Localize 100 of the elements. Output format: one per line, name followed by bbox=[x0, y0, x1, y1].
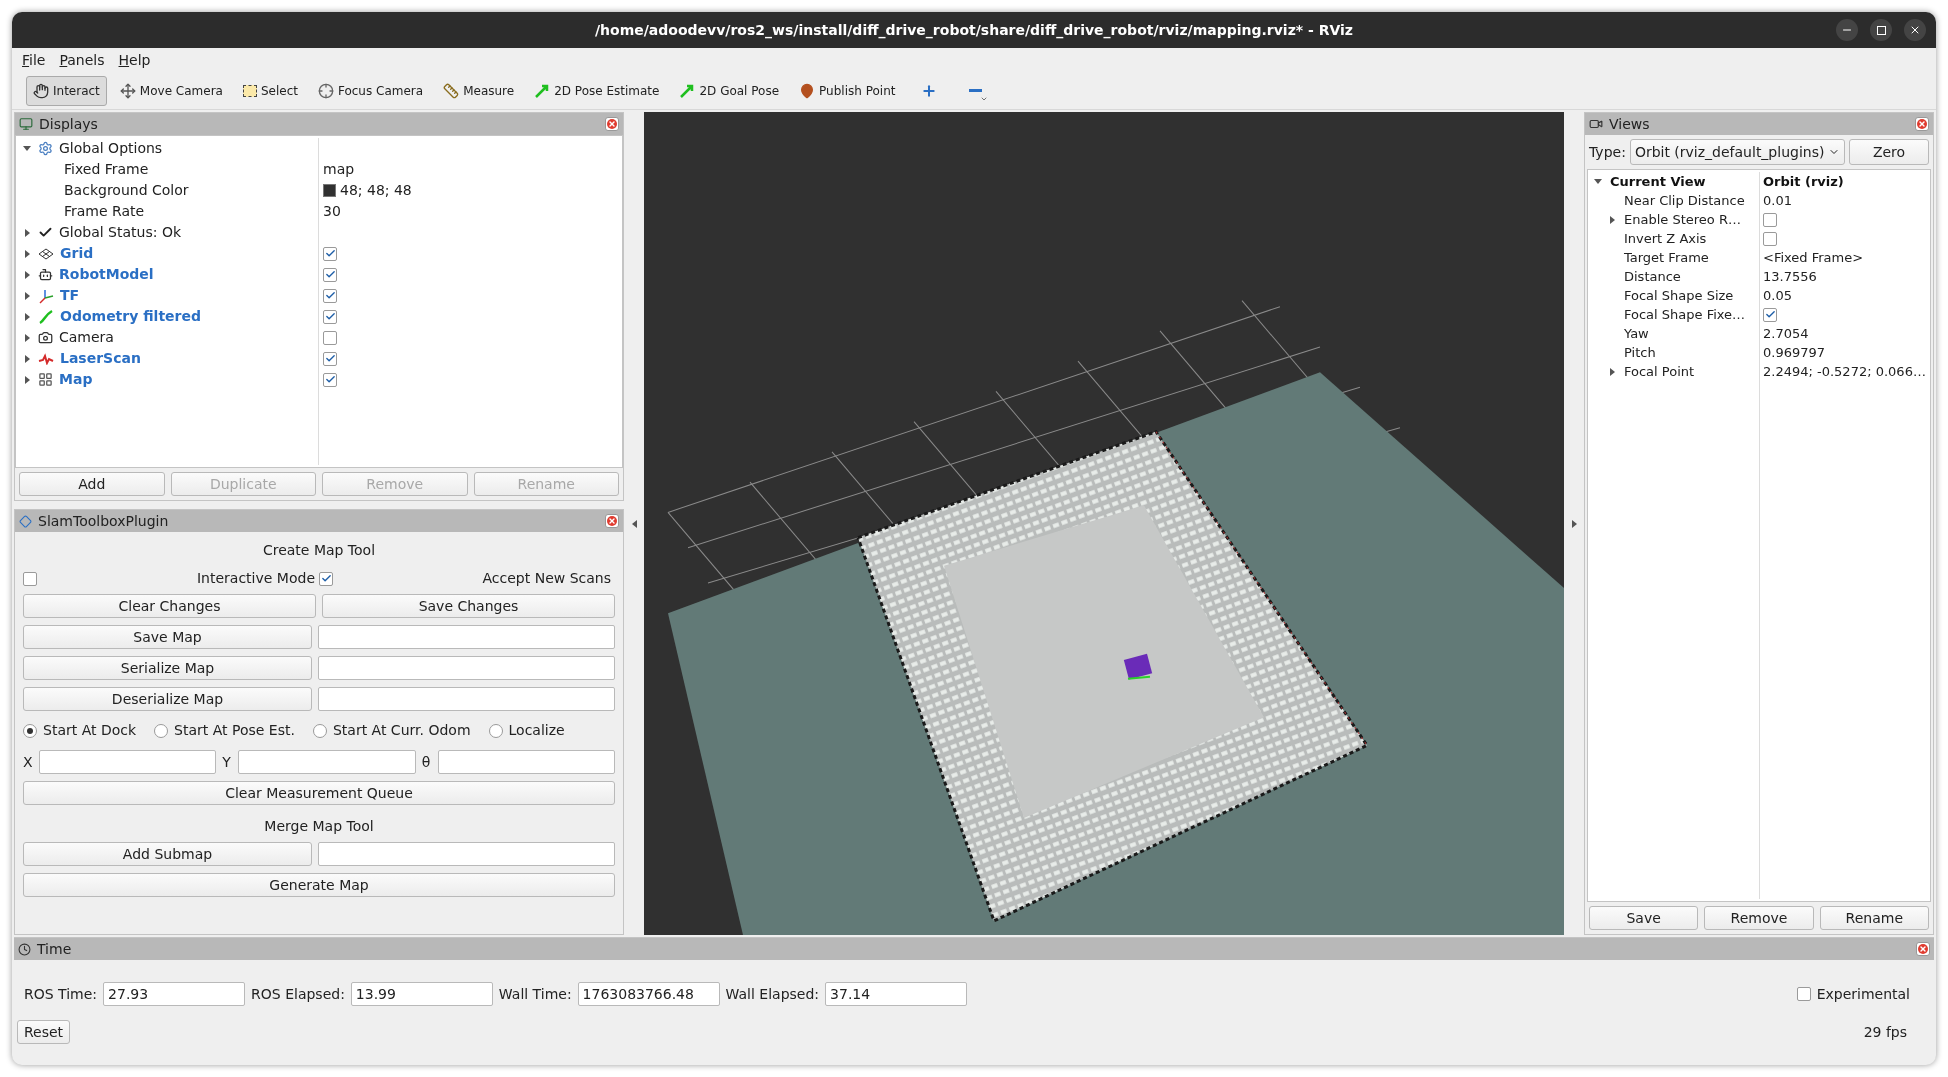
coordinate-field[interactable] bbox=[39, 750, 217, 774]
expand-arrow-icon[interactable] bbox=[24, 333, 30, 342]
expand-arrow-icon[interactable] bbox=[24, 249, 30, 258]
property-name[interactable]: Near Clip Distance bbox=[1624, 190, 1745, 211]
checkbox-label[interactable]: Interactive Mode bbox=[37, 568, 315, 589]
tool-button[interactable]: Focus Camera bbox=[310, 75, 431, 106]
push-button[interactable]: Zero bbox=[1849, 139, 1929, 165]
tree-item-label[interactable]: Current View bbox=[1610, 171, 1706, 192]
push-button[interactable]: Save bbox=[1589, 906, 1699, 930]
push-button[interactable]: Rename bbox=[1819, 906, 1929, 930]
checkbox[interactable] bbox=[319, 571, 333, 586]
property-name[interactable]: Pitch bbox=[1624, 342, 1656, 363]
property-name[interactable]: Distance bbox=[1624, 266, 1681, 287]
radio-button[interactable] bbox=[488, 723, 503, 738]
coordinate-field[interactable] bbox=[437, 750, 615, 774]
checkbox[interactable] bbox=[323, 372, 337, 387]
property-name[interactable]: Focal Shape Size bbox=[1624, 285, 1734, 306]
property-name[interactable]: Invert Z Axis bbox=[1624, 228, 1707, 249]
checkbox-label[interactable]: Experimental bbox=[1816, 983, 1910, 1005]
time-field[interactable]: 1763083766.48 bbox=[577, 982, 720, 1006]
expand-arrow-icon[interactable] bbox=[24, 228, 30, 237]
collapse-arrow-icon[interactable] bbox=[1594, 179, 1602, 184]
push-button[interactable]: Remove bbox=[1704, 906, 1814, 930]
file-name-field[interactable] bbox=[318, 656, 615, 680]
property-name[interactable]: Enable Stereo R… bbox=[1624, 209, 1741, 230]
tool-button[interactable]: Select bbox=[235, 75, 305, 106]
minimize-icon[interactable] bbox=[1836, 19, 1858, 41]
expand-arrow-icon[interactable] bbox=[1610, 215, 1615, 224]
push-button[interactable]: Save Changes bbox=[322, 594, 615, 618]
coordinate-field[interactable] bbox=[238, 750, 416, 774]
tree-item-label[interactable]: Fixed Frame bbox=[64, 159, 149, 180]
expand-arrow-icon[interactable] bbox=[24, 375, 30, 384]
file-name-field[interactable] bbox=[318, 625, 615, 649]
collapse-left-icon[interactable] bbox=[631, 519, 637, 528]
checkbox[interactable] bbox=[323, 288, 337, 303]
checkbox[interactable] bbox=[1763, 307, 1777, 322]
checkbox[interactable] bbox=[23, 571, 37, 586]
tree-item-label[interactable]: Global Status: Ok bbox=[59, 222, 181, 243]
submap-field[interactable] bbox=[318, 842, 615, 866]
close-icon[interactable] bbox=[1904, 19, 1926, 41]
checkbox[interactable] bbox=[323, 330, 337, 345]
file-name-field[interactable] bbox=[318, 687, 615, 711]
tool-button[interactable]: 2D Goal Pose bbox=[672, 75, 787, 106]
menu-item[interactable]: Panels bbox=[59, 49, 105, 71]
checkbox[interactable] bbox=[323, 246, 337, 261]
tree-item-label[interactable]: Global Options bbox=[59, 138, 163, 159]
checkbox[interactable] bbox=[323, 351, 337, 366]
tree-item-label[interactable]: Background Color bbox=[64, 180, 189, 201]
radio-button[interactable] bbox=[23, 723, 37, 738]
collapse-arrow-icon[interactable] bbox=[23, 146, 31, 151]
push-button[interactable]: Clear Changes bbox=[23, 594, 316, 618]
checkbox[interactable] bbox=[323, 267, 337, 282]
tool-button[interactable]: Interact bbox=[26, 75, 107, 106]
3d-viewport[interactable] bbox=[644, 112, 1564, 935]
push-button[interactable]: Add bbox=[19, 472, 165, 496]
push-button[interactable]: Clear Measurement Queue bbox=[23, 781, 615, 805]
tool-button[interactable]: Measure bbox=[436, 75, 522, 106]
time-field[interactable]: 13.99 bbox=[350, 982, 493, 1006]
push-button[interactable]: Deserialize Map bbox=[23, 687, 312, 711]
tool-button[interactable]: 2D Pose Estimate bbox=[527, 75, 667, 106]
checkbox[interactable] bbox=[1796, 987, 1811, 1001]
radio-button[interactable] bbox=[154, 723, 169, 738]
push-button[interactable]: Generate Map bbox=[23, 873, 615, 897]
menu-item[interactable]: File bbox=[22, 49, 46, 71]
maximize-icon[interactable] bbox=[1870, 19, 1892, 41]
radio-label[interactable]: Start At Pose Est. bbox=[174, 720, 295, 741]
checkbox[interactable] bbox=[1763, 231, 1777, 246]
radio-label[interactable]: Start At Dock bbox=[43, 720, 137, 741]
tree-item-label[interactable]: Frame Rate bbox=[64, 201, 145, 222]
checkbox[interactable] bbox=[323, 309, 337, 324]
push-button[interactable]: Save Map bbox=[23, 625, 312, 649]
radio-label[interactable]: Start At Curr. Odom bbox=[332, 720, 471, 741]
view-type-dropdown[interactable]: Orbit (rviz_default_plugins) bbox=[1629, 139, 1845, 165]
time-field[interactable]: 37.14 bbox=[825, 982, 968, 1006]
tree-item-label[interactable]: TF bbox=[60, 285, 80, 306]
color-swatch[interactable] bbox=[323, 184, 336, 197]
checkbox[interactable] bbox=[1763, 212, 1777, 227]
push-button[interactable]: Reset bbox=[17, 1020, 71, 1044]
tool-button[interactable]: Publish Point bbox=[792, 75, 903, 106]
tree-item-label[interactable]: Camera bbox=[59, 327, 114, 348]
tree-item-label[interactable]: Grid bbox=[60, 243, 94, 264]
expand-arrow-icon[interactable] bbox=[1610, 367, 1615, 376]
expand-arrow-icon[interactable] bbox=[24, 270, 30, 279]
property-name[interactable]: Target Frame bbox=[1624, 247, 1709, 268]
property-name[interactable]: Focal Point bbox=[1624, 361, 1695, 382]
property-name[interactable]: Yaw bbox=[1624, 323, 1649, 344]
tool-button[interactable]: Move Camera bbox=[112, 75, 230, 106]
push-button[interactable]: Add Submap bbox=[23, 842, 312, 866]
collapse-right-icon[interactable] bbox=[1571, 519, 1577, 528]
expand-arrow-icon[interactable] bbox=[24, 291, 30, 300]
push-button[interactable]: Serialize Map bbox=[23, 656, 312, 680]
menu-item[interactable]: Help bbox=[118, 49, 151, 71]
property-name[interactable]: Focal Shape Fixe… bbox=[1624, 304, 1746, 325]
tree-item-label[interactable]: Map bbox=[59, 369, 93, 390]
expand-arrow-icon[interactable] bbox=[24, 312, 30, 321]
checkbox-label[interactable]: Accept New Scans bbox=[333, 568, 611, 589]
time-field[interactable]: 27.93 bbox=[103, 982, 246, 1006]
tree-item-label[interactable]: Odometry filtered bbox=[60, 306, 201, 327]
radio-button[interactable] bbox=[312, 723, 327, 738]
expand-arrow-icon[interactable] bbox=[24, 354, 30, 363]
